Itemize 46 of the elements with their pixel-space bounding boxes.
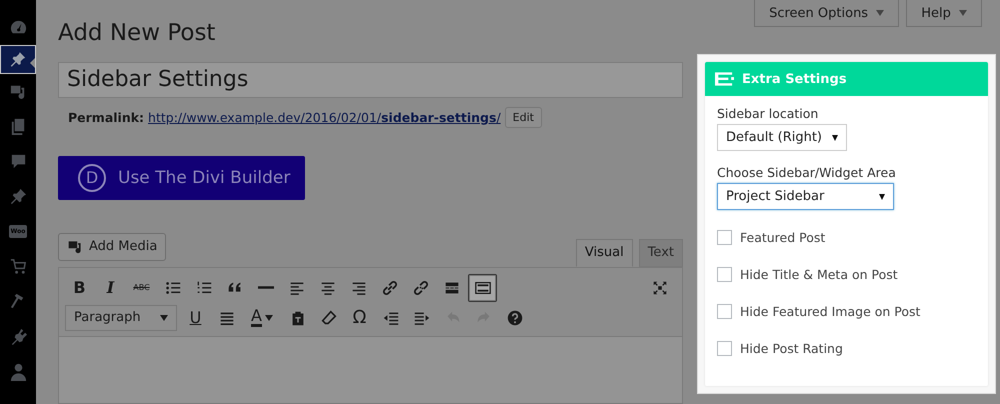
checkbox-label: Hide Featured Image on Post [740,304,920,319]
header-tab-button[interactable]: Help [906,0,982,27]
editor-tab[interactable]: Visual [576,238,633,267]
menu-item[interactable] [0,45,36,74]
dropdown[interactable]: Default (Right) [717,124,848,151]
divi-builder-button[interactable]: D Use The Divi Builder [58,156,305,200]
bold-button[interactable]: B [65,274,94,302]
panel-title: Extra Settings [742,72,847,86]
dropdown[interactable]: Project Sidebar [717,183,894,210]
checkbox[interactable] [717,304,732,319]
permalink-label: Permalink: [68,110,144,125]
strike-button[interactable]: ABC [127,274,156,302]
letter-e-logo-icon [715,72,734,86]
add-media-button[interactable]: Add Media [58,232,166,261]
toolbar-toggle-button[interactable] [468,274,497,302]
checkbox-label: Hide Post Rating [740,341,843,356]
cart-icon [8,257,28,276]
underline-button[interactable]: U [181,304,210,332]
horizontal-line-icon [258,286,274,290]
italic-button[interactable]: I [96,274,125,302]
field-label: Sidebar location [717,106,818,121]
checkbox[interactable] [717,341,732,356]
checkbox[interactable] [717,267,732,282]
symbol-button[interactable]: Ω [345,304,374,332]
post-title-field[interactable]: Sidebar Settings [58,62,683,98]
editor-tab[interactable]: Text [638,238,683,267]
format-select[interactable]: Paragraph [65,304,177,331]
divi-logo: D [78,164,106,192]
edit-button[interactable]: Edit [504,107,542,128]
broken-link-icon [412,278,430,297]
fullscreen-icon [650,278,668,297]
checkbox-label: Hide Title & Meta on Post [740,267,898,282]
page-title: Add New Post [58,19,216,48]
field-label: Choose Sidebar/Widget Area [717,165,896,180]
link-icon [380,278,398,297]
checkbox[interactable] [717,230,732,245]
eraser-icon [320,308,338,327]
pushpin-icon [8,187,28,206]
caret-icon [160,314,168,321]
permalink-link[interactable]: http://www.example.dev/2016/02/01/sidebar-settings/ [148,110,501,125]
user-icon [8,362,28,381]
header-tab-button[interactable]: Screen Options [754,0,900,27]
checkbox-label: Featured Post [740,230,826,245]
help-icon [506,308,524,327]
pushpin-icon [9,50,27,69]
text-color-button[interactable]: A [243,304,281,332]
